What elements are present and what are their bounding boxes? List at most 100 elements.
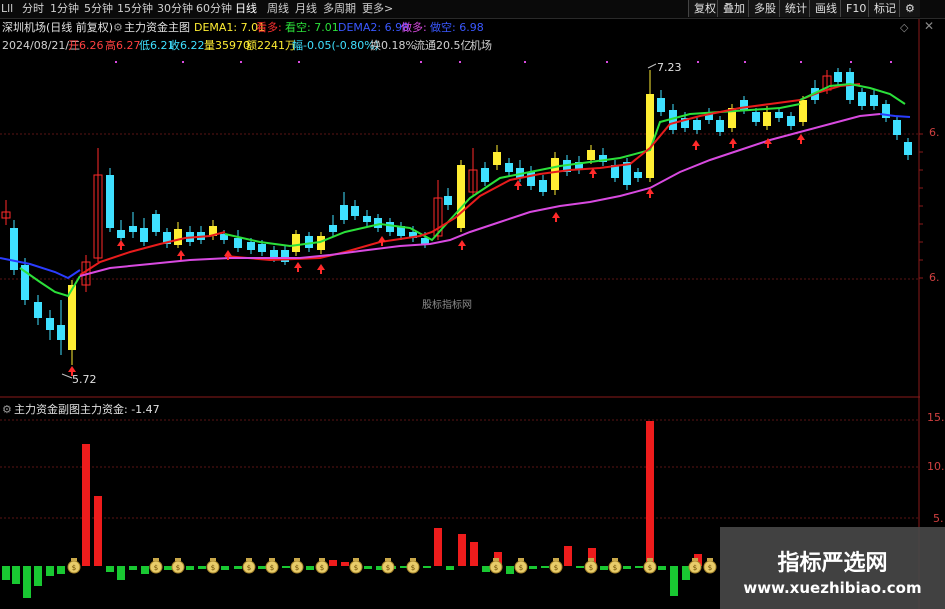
money-bag-icon: $ (386, 564, 390, 572)
toolbar-button-3[interactable]: 统计 (779, 0, 812, 17)
money-bag-icon: $ (154, 564, 158, 572)
money-bag-icon (410, 558, 416, 561)
chart-watermark: 股标指标网 (422, 300, 472, 311)
marker-dot (459, 61, 461, 63)
price-axis-label-1: 6. (929, 126, 940, 139)
money-bag-icon: $ (494, 564, 498, 572)
period-tab-3[interactable]: 5分钟 (84, 1, 113, 17)
money-bag-icon: $ (411, 564, 415, 572)
period-tab-11[interactable]: 更多> (362, 1, 393, 17)
money-bag-icon (210, 558, 216, 561)
fund-bar (94, 496, 102, 566)
fund-bar (576, 566, 584, 568)
candle-body (646, 94, 654, 178)
marker-dot (697, 61, 699, 63)
float-shares: 流通20.5亿 (414, 39, 472, 52)
main-indicator-name[interactable]: 主力资金主图 (124, 21, 190, 34)
candle-body (258, 244, 266, 252)
period-tab-10[interactable]: 多周期 (323, 1, 356, 17)
fund-bar (234, 566, 242, 569)
marker-dot (420, 61, 422, 63)
bar-volume: 量35970 (204, 39, 250, 52)
fund-bar (164, 566, 172, 570)
candle-body (834, 72, 842, 82)
period-tab-6[interactable]: 60分钟 (196, 1, 232, 17)
fund-bar (564, 546, 572, 566)
money-bag-icon: $ (589, 564, 593, 572)
money-bag-icon (353, 558, 359, 561)
fund-bar (282, 566, 290, 568)
toolbar-button-6[interactable]: 标记 (868, 0, 901, 17)
period-tab-2[interactable]: 1分钟 (50, 1, 79, 17)
period-tab-8[interactable]: 周线 (267, 1, 289, 17)
site-watermark-url: www.xuezhibiao.com (743, 579, 922, 597)
toolbar-button-7[interactable]: ⚙ (899, 0, 920, 17)
marker-dot (240, 61, 242, 63)
money-bag-icon (692, 558, 698, 561)
fund-bar (306, 566, 314, 570)
fund-bar (34, 566, 42, 586)
candle-body (716, 120, 724, 132)
money-bag-icon (246, 558, 252, 561)
money-bag-icon (588, 558, 594, 561)
money-bag-icon: $ (613, 564, 617, 572)
fund-bar (258, 566, 266, 569)
fund-bar (600, 566, 608, 570)
fund-bar (506, 566, 514, 574)
candle-body (693, 120, 701, 130)
period-tab-0[interactable]: Lll (1, 1, 13, 17)
money-bag-icon: $ (708, 564, 712, 572)
bar-turnover: 换0.18% (370, 39, 416, 52)
fund-bar (470, 542, 478, 566)
sub-settings-icon[interactable]: ⚙ (2, 403, 12, 416)
fund-bar (446, 566, 454, 570)
money-bag-icon: $ (320, 564, 324, 572)
period-tab-4[interactable]: 15分钟 (117, 1, 153, 17)
marker-dot (850, 61, 852, 63)
period-tab-1[interactable]: 分时 (22, 1, 44, 17)
sector-name: 机场 (470, 39, 492, 52)
bar-high: 高6.27 (105, 39, 141, 52)
sub-indicator-name[interactable]: 主力资金副图 (14, 403, 80, 416)
fund-bar (141, 566, 149, 574)
candle-body (775, 112, 783, 118)
settings-icon[interactable]: ⚙ (113, 21, 123, 34)
stock-title: 深圳机场(日线 前复权) (2, 21, 114, 34)
fund-bar (186, 566, 194, 570)
marker-dot (298, 61, 300, 63)
high-price-label: 7.23 (657, 61, 682, 74)
money-bag-icon: $ (247, 564, 251, 572)
period-tab-9[interactable]: 月线 (295, 1, 317, 17)
candle-body (351, 206, 359, 216)
marker-dot (800, 61, 802, 63)
fund-bar (341, 562, 349, 566)
candle-body (634, 172, 642, 178)
candle-body (329, 225, 337, 232)
money-bag-icon (707, 558, 713, 561)
period-tab-5[interactable]: 30分钟 (157, 1, 193, 17)
toolbar-button-4[interactable]: 画线 (809, 0, 842, 17)
zuokong-value: 做空: 6.98 (430, 21, 484, 34)
toolbar-button-5[interactable]: F10 (840, 0, 872, 17)
fund-bar (670, 566, 678, 596)
toolbar-button-2[interactable]: 多股 (748, 0, 781, 17)
site-watermark-title: 指标严选网 (777, 551, 888, 576)
candle-body (305, 236, 313, 248)
period-tab-7[interactable]: 日线 (235, 1, 257, 17)
candle-body (527, 172, 535, 186)
money-bag-icon (269, 558, 275, 561)
fund-bar (57, 566, 65, 574)
candle-body (551, 158, 559, 190)
candle-body (752, 112, 760, 122)
candle-body (34, 302, 42, 318)
diamond-icon[interactable]: ◇ (900, 21, 908, 34)
candle-body (10, 228, 18, 270)
candle-body (174, 229, 182, 245)
money-bag-icon (518, 558, 524, 561)
kline-chart[interactable]: $ $ $ $ $ $ $ $ $ $ $ $ $ $ $ $ $ $ $ (0, 0, 945, 609)
low-pointer (61, 373, 73, 379)
money-bag-icon: $ (295, 564, 299, 572)
close-icon[interactable]: ✕ (924, 20, 934, 33)
money-bag-icon (319, 558, 325, 561)
toolbar-button-1[interactable]: 叠加 (717, 0, 750, 17)
